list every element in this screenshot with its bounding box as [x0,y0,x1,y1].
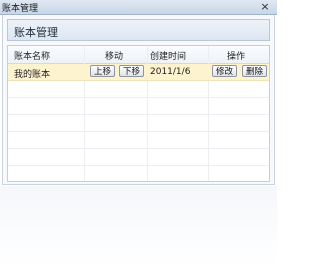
delete-button[interactable]: 删除 [242,65,268,77]
header-created: 创建时间 [150,52,187,62]
header-actions: 操作 [227,52,246,62]
window-reflection [0,186,277,267]
table-row [8,149,269,166]
table-row [8,132,269,149]
move-down-button[interactable]: 下移 [119,65,145,77]
table-row [8,98,269,115]
close-icon[interactable]: × [258,1,272,13]
table-row [8,115,269,132]
window-title: 账本管理 [2,4,39,14]
window-titlebar: 账本管理 × [0,0,277,15]
window-body: 账本管理 账本名称 移动 创建时间 操作 我的账本 上移 下移 2011/1/6… [2,15,275,185]
created-date: 2011/1/6 [150,67,191,77]
table-row [8,81,269,98]
table-row [8,166,269,182]
panel-header: 账本管理 [7,19,270,41]
table-header: 账本名称 移动 创建时间 操作 [8,46,269,64]
panel-title: 账本管理 [14,26,58,39]
ledger-table: 账本名称 移动 创建时间 操作 我的账本 上移 下移 2011/1/6 修改 删… [7,45,270,182]
move-up-button[interactable]: 上移 [90,65,116,77]
header-name: 账本名称 [14,52,51,62]
edit-button[interactable]: 修改 [212,65,238,77]
ledger-name: 我的账本 [14,70,51,80]
header-move: 移动 [105,52,124,62]
table-row[interactable]: 我的账本 上移 下移 2011/1/6 修改 删除 [8,64,269,81]
